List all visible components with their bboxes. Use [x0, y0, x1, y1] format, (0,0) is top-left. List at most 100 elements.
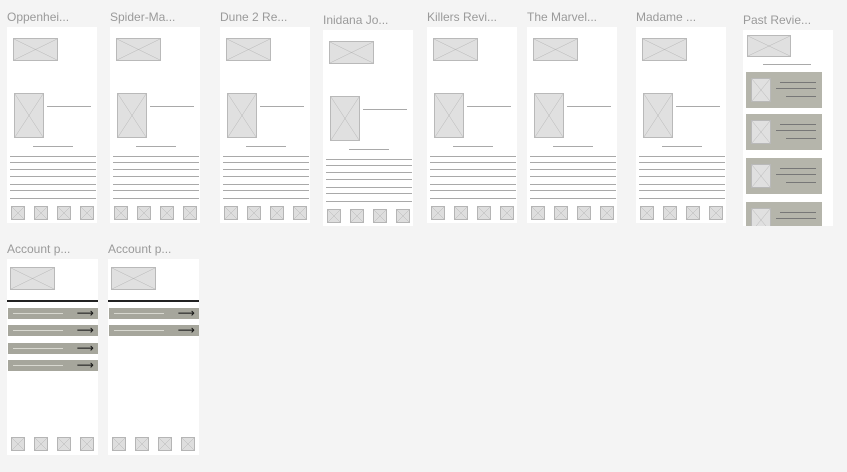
frame-title[interactable]: Killers Revi... [427, 10, 497, 24]
text-line-placeholder [530, 169, 616, 170]
divider [108, 300, 199, 302]
nav-placeholder-icon [34, 437, 48, 451]
frame-title[interactable]: Dune 2 Re... [220, 10, 287, 24]
text-line-placeholder [430, 176, 516, 177]
account-menu-item[interactable]: ⟶ [8, 341, 98, 355]
text-line-placeholder [430, 190, 516, 191]
text-line-placeholder [10, 184, 96, 185]
account-menu-item[interactable]: ⟶ [109, 306, 199, 320]
arrow-right-icon: ⟶ [177, 306, 195, 320]
account-page-card: ⟶ ⟶ [108, 259, 199, 455]
text-line-placeholder [639, 162, 725, 163]
divider [47, 106, 91, 107]
nav-placeholder-icon [640, 206, 654, 220]
frame-title[interactable]: Account p... [108, 242, 171, 256]
nav-placeholder-icon [181, 437, 195, 451]
account-page-card: ⟶ ⟶ ⟶ ⟶ [7, 259, 98, 455]
review-item-block [746, 158, 822, 194]
account-menu-item[interactable]: ⟶ [8, 306, 98, 320]
review-item-block [746, 114, 822, 150]
text-line-placeholder [113, 162, 199, 163]
image-placeholder-icon [330, 96, 360, 141]
arrow-right-icon: ⟶ [76, 323, 94, 337]
text-line-placeholder [223, 156, 309, 157]
text-line-placeholder [223, 162, 309, 163]
image-placeholder-icon [227, 93, 257, 138]
text-line-placeholder [780, 124, 816, 125]
divider [453, 146, 493, 147]
arrow-right-icon: ⟶ [76, 306, 94, 320]
text-line-placeholder [780, 82, 816, 83]
nav-placeholder-icon [600, 206, 614, 220]
divider [260, 106, 304, 107]
text-line-placeholder [10, 190, 96, 191]
text-line-placeholder [223, 169, 309, 170]
movie-review-card [110, 27, 200, 223]
frame-title[interactable]: Account p... [7, 242, 70, 256]
text-line-placeholder [114, 330, 164, 331]
account-menu-item[interactable]: ⟶ [109, 323, 199, 337]
avatar-placeholder-icon [111, 267, 156, 290]
image-placeholder-icon [642, 38, 687, 61]
text-line-placeholder [223, 184, 309, 185]
image-placeholder-icon [751, 78, 771, 102]
text-line-placeholder [530, 184, 616, 185]
text-line-placeholder [639, 190, 725, 191]
text-line-placeholder [430, 169, 516, 170]
text-line-placeholder [13, 365, 63, 366]
text-line-placeholder [780, 168, 816, 169]
arrow-right-icon: ⟶ [76, 341, 94, 355]
nav-placeholder-icon [158, 437, 172, 451]
divider [349, 149, 389, 150]
nav-placeholder-icon [554, 206, 568, 220]
text-line-placeholder [223, 198, 309, 199]
nav-placeholder-icon [396, 209, 410, 223]
text-line-placeholder [430, 162, 516, 163]
nav-placeholder-icon [183, 206, 197, 220]
text-line-placeholder [113, 176, 199, 177]
frame-title[interactable]: Past Revie... [743, 13, 811, 27]
text-line-placeholder [530, 156, 616, 157]
nav-placeholder-icon [477, 206, 491, 220]
nav-placeholder-icon [686, 206, 700, 220]
image-placeholder-icon [14, 93, 44, 138]
nav-placeholder-icon [11, 206, 25, 220]
divider [763, 64, 811, 65]
text-line-placeholder [113, 156, 199, 157]
nav-placeholder-icon [135, 437, 149, 451]
text-line-placeholder [639, 156, 725, 157]
movie-review-card [7, 27, 97, 223]
image-placeholder-icon [13, 38, 58, 61]
image-placeholder-icon [434, 93, 464, 138]
nav-placeholder-icon [709, 206, 723, 220]
frame-title[interactable]: Oppenhei... [7, 10, 69, 24]
image-placeholder-icon [433, 38, 478, 61]
nav-placeholder-icon [373, 209, 387, 223]
image-placeholder-icon [747, 35, 791, 57]
nav-placeholder-icon [80, 437, 94, 451]
text-line-placeholder [113, 184, 199, 185]
text-line-placeholder [530, 198, 616, 199]
nav-placeholder-icon [160, 206, 174, 220]
arrow-right-icon: ⟶ [76, 358, 94, 372]
frame-title[interactable]: Spider-Ma... [110, 10, 175, 24]
text-line-placeholder [10, 176, 96, 177]
text-line-placeholder [223, 176, 309, 177]
movie-review-card [636, 27, 726, 223]
divider [7, 300, 98, 302]
frame-title[interactable]: Madame ... [636, 10, 696, 24]
divider [467, 106, 511, 107]
frame-title[interactable]: The Marvel... [527, 10, 597, 24]
text-line-placeholder [10, 169, 96, 170]
text-line-placeholder [223, 190, 309, 191]
canvas: { "frames": [ {"label": "Oppenhei..."}, … [0, 0, 847, 472]
image-placeholder-icon [751, 164, 771, 188]
account-menu-item[interactable]: ⟶ [8, 323, 98, 337]
nav-placeholder-icon [500, 206, 514, 220]
image-placeholder-icon [751, 208, 771, 226]
text-line-placeholder [10, 198, 96, 199]
text-line-placeholder [639, 169, 725, 170]
frame-title[interactable]: Inidana Jo... [323, 13, 388, 27]
account-menu-item[interactable]: ⟶ [8, 358, 98, 372]
text-line-placeholder [776, 174, 816, 175]
